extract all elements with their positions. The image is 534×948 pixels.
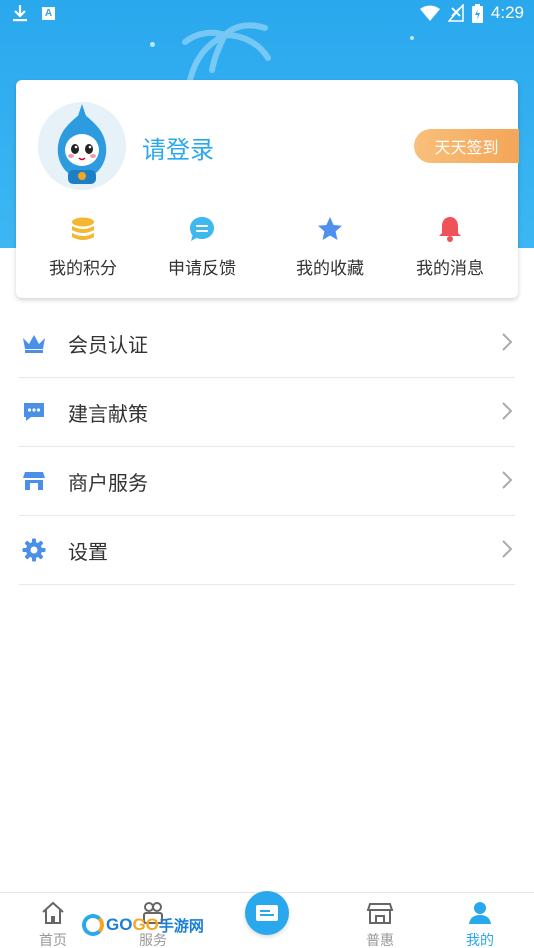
quick-link-messages[interactable]: 我的消息 <box>390 212 510 279</box>
login-prompt[interactable]: 请登录 <box>142 130 214 165</box>
chevron-right-icon <box>502 540 513 558</box>
bell-icon <box>439 217 461 242</box>
menu-item-membership[interactable]: 会员认证 <box>19 309 515 378</box>
menu-item-settings[interactable]: 设置 <box>19 516 515 585</box>
menu-label: 商户服务 <box>68 470 148 495</box>
message-dots-icon <box>24 403 44 421</box>
quick-link-label: 我的收藏 <box>296 259 364 279</box>
a-badge-icon: A <box>42 6 55 20</box>
no-signal-icon <box>447 4 464 22</box>
menu-item-merchant[interactable]: 商户服务 <box>19 447 515 516</box>
avatar[interactable] <box>38 102 126 190</box>
gear-icon <box>22 538 46 562</box>
sparkle <box>410 36 414 40</box>
watermark-logo: GO GO 手游网 <box>82 910 204 940</box>
tab-home[interactable]: 首页 <box>18 901 88 948</box>
tab-discount[interactable]: 普惠 <box>345 901 415 948</box>
daily-signin-button[interactable]: 天天签到 <box>414 129 519 163</box>
tab-label: 我的 <box>466 933 494 948</box>
watermark-text-b: GO <box>132 915 159 934</box>
download-icon <box>13 5 27 22</box>
feedback-chat-icon <box>190 217 214 241</box>
settings-menu: 会员认证 建言献策 商户服务 设置 <box>19 309 515 585</box>
chevron-right-icon <box>502 333 513 351</box>
watermark-circle-icon <box>82 914 104 936</box>
star-icon <box>318 217 342 240</box>
shop-icon <box>366 903 394 924</box>
battery-icon <box>471 3 483 23</box>
store-icon <box>23 472 45 490</box>
home-icon <box>42 901 64 924</box>
quick-links-row: 我的积分 申请反馈 我的收藏 我的消息 <box>16 212 518 282</box>
quick-link-favorites[interactable]: 我的收藏 <box>270 212 390 279</box>
status-bar: A 4:29 <box>0 0 534 28</box>
card-icon <box>256 905 278 921</box>
quick-link-feedback[interactable]: 申请反馈 <box>142 212 262 279</box>
mascot-avatar-image <box>38 102 126 190</box>
coins-icon <box>72 217 94 240</box>
status-time: 4:29 <box>490 3 524 22</box>
quick-link-label: 申请反馈 <box>168 259 236 279</box>
tab-label: 普惠 <box>366 933 394 948</box>
menu-item-suggestions[interactable]: 建言献策 <box>19 378 515 447</box>
quick-link-label: 我的积分 <box>49 259 117 279</box>
bottom-tab-bar: 首页 服务 普惠 我的 <box>0 891 534 948</box>
watermark-text-c: 手游网 <box>158 917 204 935</box>
menu-label: 会员认证 <box>68 332 148 357</box>
menu-label: 设置 <box>68 539 108 564</box>
quick-link-label: 我的消息 <box>416 259 484 279</box>
tab-label: 首页 <box>39 933 67 948</box>
crown-icon <box>23 335 45 353</box>
menu-label: 建言献策 <box>68 401 148 426</box>
chevron-right-icon <box>502 402 513 420</box>
quick-link-points[interactable]: 我的积分 <box>23 212 143 279</box>
sparkle <box>150 42 155 47</box>
tab-mine[interactable]: 我的 <box>445 901 515 948</box>
wifi-icon <box>419 5 440 21</box>
profile-card: 请登录 天天签到 我的积分 申请反馈 我的收藏 我的消息 <box>16 80 519 298</box>
person-icon <box>469 902 491 924</box>
chevron-right-icon <box>502 471 513 489</box>
watermark-text-a: GO <box>106 915 133 934</box>
center-action-button[interactable] <box>245 891 289 935</box>
